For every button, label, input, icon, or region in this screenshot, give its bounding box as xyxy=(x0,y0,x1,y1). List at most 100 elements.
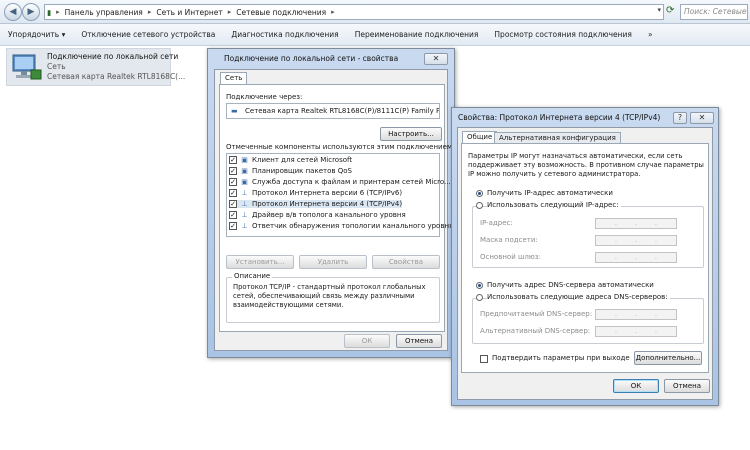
checkbox-checked[interactable]: ✓ xyxy=(229,211,237,219)
protocol-icon: ⊥ xyxy=(241,211,248,219)
more-commands-button[interactable]: » xyxy=(640,30,661,39)
address-bar: ◀ ▶ ▮ ▸ Панель управления ▸ Сеть и Интер… xyxy=(0,0,750,24)
diagnose-button[interactable]: Диагностика подключения xyxy=(223,30,346,39)
intro-text: Параметры IP могут назначаться автоматич… xyxy=(468,152,704,179)
description-text: Протокол TCP/IP - стандартный протокол г… xyxy=(233,283,425,310)
checkbox-checked[interactable]: ✓ xyxy=(229,200,237,208)
dns-group xyxy=(472,298,704,344)
component-row[interactable]: ✓ ⊥ Драйвер в/в тополога канального уровня xyxy=(229,211,406,219)
component-row[interactable]: ✓ ⊥ Протокол Интернета версии 6 (TCP/IPv6) xyxy=(229,189,402,197)
components-list: ✓ ▣ Клиент для сетей Microsoft ✓ ▣ Планировщ… xyxy=(226,153,453,237)
breadcrumb-separator: ▸ xyxy=(147,8,152,16)
rename-button[interactable]: Переименование подключения xyxy=(347,30,487,39)
auto-dns-radio[interactable] xyxy=(476,282,483,289)
command-bar: Упорядочить ▾ Отключение сетевого устрой… xyxy=(0,24,750,46)
component-row[interactable]: ✓ ▣ Служба доступа к файлам и принтерам се… xyxy=(229,178,451,186)
view-status-button[interactable]: Просмотр состояния подключения xyxy=(486,30,640,39)
properties-button[interactable]: Свойства xyxy=(372,255,440,269)
ip-address-label: IP-адрес: xyxy=(480,219,513,227)
components-label: Отмеченные компоненты используются этим … xyxy=(226,143,455,151)
breadcrumb-network-internet[interactable]: Сеть и Интернет xyxy=(154,8,224,17)
breadcrumb-separator: ▸ xyxy=(331,8,335,16)
client-icon: ▣ xyxy=(241,156,248,164)
dialog-title: Подключение по локальной сети - свойства xyxy=(224,54,399,63)
service-icon: ▣ xyxy=(241,178,248,186)
close-button[interactable]: ✕ xyxy=(424,53,448,65)
component-label: Протокол Интернета версии 6 (TCP/IPv6) xyxy=(252,189,403,197)
organize-menu[interactable]: Упорядочить ▾ xyxy=(0,30,73,39)
tab-general[interactable]: Общие xyxy=(462,131,498,143)
component-label: Служба доступа к файлам и принтерам сете… xyxy=(252,178,451,186)
forward-button[interactable]: ▶ xyxy=(22,3,40,21)
manual-ip-radio[interactable] xyxy=(476,202,483,209)
manual-ip-label[interactable]: Использовать следующий IP-адрес: xyxy=(487,201,621,209)
alternate-dns-label: Альтернативный DNS-сервер: xyxy=(480,327,591,335)
description-line: взаимодействующими сетями. xyxy=(233,301,344,309)
network-adapter-icon xyxy=(12,54,42,80)
auto-ip-radio[interactable] xyxy=(476,190,483,197)
preferred-dns-field: ... xyxy=(595,309,677,320)
help-button[interactable]: ? xyxy=(673,112,687,124)
gateway-label: Основной шлюз: xyxy=(480,253,541,261)
checkbox-checked[interactable]: ✓ xyxy=(229,222,237,230)
auto-dns-label[interactable]: Получить адрес DNS-сервера автоматически xyxy=(487,281,654,289)
tab-network[interactable]: Сеть xyxy=(220,72,248,84)
breadcrumb-control-panel[interactable]: Панель управления xyxy=(63,8,145,17)
ok-button[interactable]: ОК xyxy=(344,334,390,348)
remove-button[interactable]: Удалить xyxy=(299,255,367,269)
component-row[interactable]: ✓ ⊥ Ответчик обнаружения топологии канальн… xyxy=(229,222,453,230)
breadcrumb-network-connections[interactable]: Сетевые подключения xyxy=(234,8,328,17)
chevron-down-icon[interactable]: ▾ xyxy=(657,6,661,14)
service-icon: ▣ xyxy=(241,167,248,175)
refresh-icon[interactable]: ⟳ xyxy=(666,5,678,18)
configure-button[interactable]: Настроить... xyxy=(380,127,442,141)
component-label: Ответчик обнаружения топологии канальног… xyxy=(252,222,454,230)
subnet-mask-label: Маска подсети: xyxy=(480,236,538,244)
ip-address-field: ... xyxy=(595,218,677,229)
component-row[interactable]: ✓ ▣ Клиент для сетей Microsoft xyxy=(229,156,352,164)
intro-line: Параметры IP могут назначаться автоматич… xyxy=(468,152,683,160)
ipv4-dialog-title: Свойства: Протокол Интернета версии 4 (T… xyxy=(458,113,661,122)
adapter-name-field: ▬ Сетевая карта Realtek RTL8168C(P)/8111… xyxy=(226,103,440,119)
description-title: Описание xyxy=(232,272,273,280)
gateway-field: ... xyxy=(595,252,677,263)
ok-button[interactable]: ОК xyxy=(613,379,659,393)
manual-dns-radio[interactable] xyxy=(476,294,483,301)
intro-line: поддерживает эту возможность. В противно… xyxy=(468,161,704,169)
component-row[interactable]: ✓ ▣ Планировщик пакетов QoS xyxy=(229,167,352,175)
install-button[interactable]: Установить... xyxy=(226,255,294,269)
general-tab-panel: Параметры IP могут назначаться автоматич… xyxy=(461,143,709,373)
search-input[interactable]: Поиск: Сетевые ... xyxy=(680,4,748,20)
manual-dns-label[interactable]: Использовать следующие адреса DNS-сервер… xyxy=(487,293,670,301)
breadcrumb-separator: ▸ xyxy=(56,8,60,16)
network-adapter-item[interactable]: Подключение по локальной сети Сеть Сетев… xyxy=(6,48,185,86)
description-line: сетей, обеспечивающий связь между различ… xyxy=(233,292,415,300)
cancel-button[interactable]: Отмена xyxy=(664,379,710,393)
checkbox-checked[interactable]: ✓ xyxy=(229,189,237,197)
checkbox-checked[interactable]: ✓ xyxy=(229,156,237,164)
checkbox-checked[interactable]: ✓ xyxy=(229,167,237,175)
validate-checkbox[interactable] xyxy=(480,355,488,363)
breadcrumb-separator: ▸ xyxy=(227,8,232,16)
component-label: Драйвер в/в тополога канального уровня xyxy=(252,211,406,219)
auto-ip-label[interactable]: Получить IP-адрес автоматически xyxy=(487,189,613,197)
close-button[interactable]: ✕ xyxy=(690,112,714,124)
advanced-button[interactable]: Дополнительно... xyxy=(634,351,702,365)
protocol-icon: ⊥ xyxy=(241,189,248,197)
connect-via-label: Подключение через: xyxy=(226,93,303,101)
component-label: Клиент для сетей Microsoft xyxy=(252,156,353,164)
adapter-name-value: Сетевая карта Realtek RTL8168C(P)/8111C(… xyxy=(245,107,440,115)
protocol-icon: ⊥ xyxy=(241,222,248,230)
description-line: Протокол TCP/IP - стандартный протокол г… xyxy=(233,283,426,291)
subnet-mask-field: ... xyxy=(595,235,677,246)
network-tab-panel: Подключение через: ▬ Сетевая карта Realt… xyxy=(219,84,455,332)
component-label: Планировщик пакетов QoS xyxy=(252,167,352,175)
disable-device-button[interactable]: Отключение сетевого устройства xyxy=(73,30,223,39)
cancel-button[interactable]: Отмена xyxy=(396,334,442,348)
back-button[interactable]: ◀ xyxy=(4,3,22,21)
breadcrumb[interactable]: ▮ ▸ Панель управления ▸ Сеть и Интернет … xyxy=(44,4,664,20)
component-label: Протокол Интернета версии 4 (TCP/IPv4) xyxy=(252,200,403,208)
checkbox-checked[interactable]: ✓ xyxy=(229,178,237,186)
validate-label[interactable]: Подтвердить параметры при выходе xyxy=(492,354,630,362)
component-row-selected[interactable]: ✓ ⊥ Протокол Интернета версии 4 (TCP/IPv4) xyxy=(229,200,403,208)
